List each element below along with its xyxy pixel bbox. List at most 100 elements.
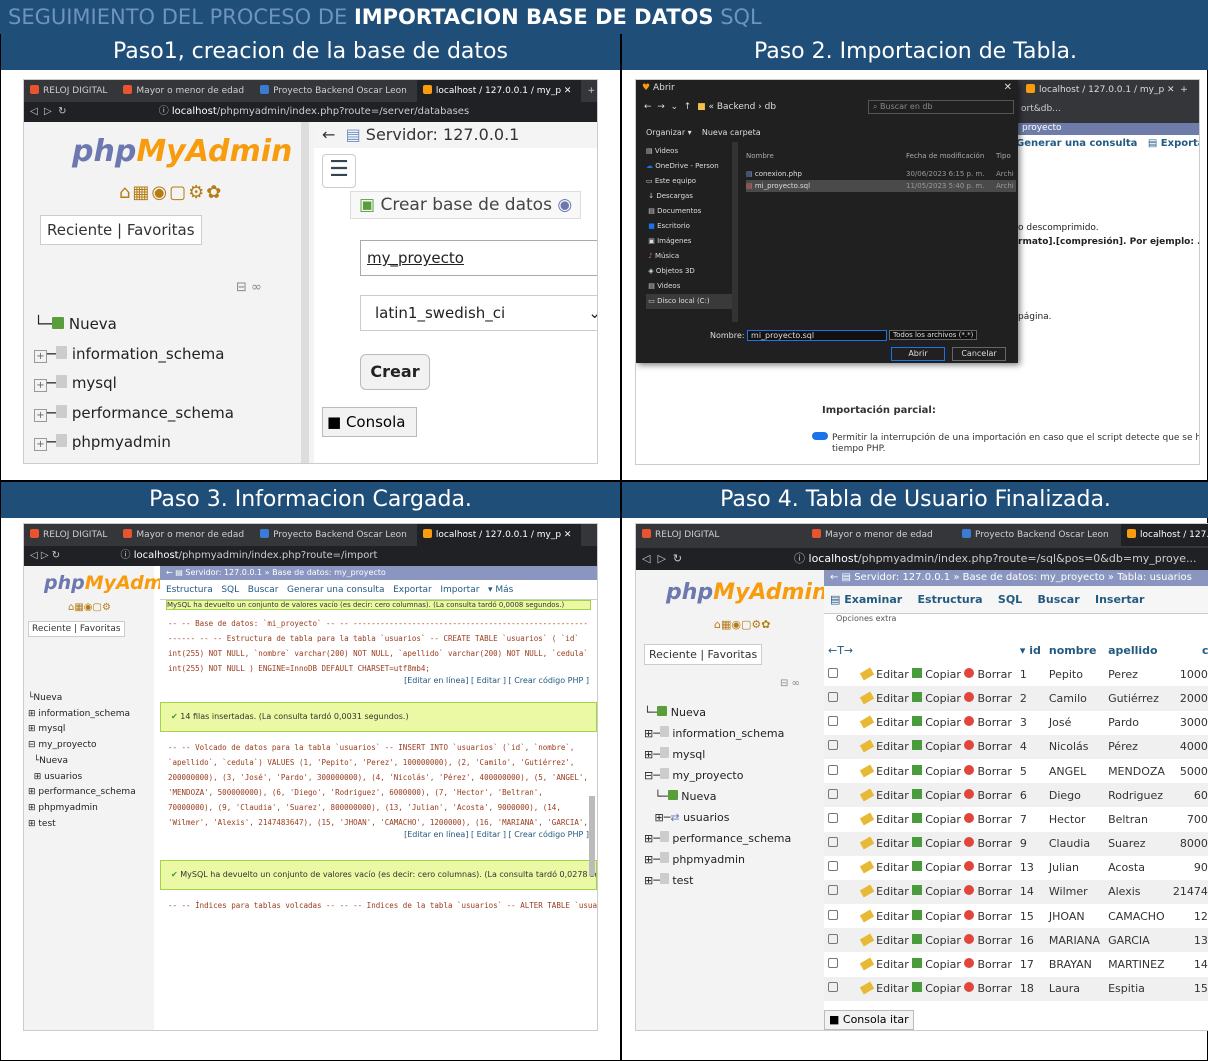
delete-link[interactable]: Borrar: [964, 716, 1012, 729]
row-checkbox[interactable]: [824, 662, 857, 686]
copy-link[interactable]: Copiar: [912, 740, 961, 753]
tree-item[interactable]: ⊞─ performance_schema: [644, 828, 791, 849]
open-button[interactable]: Abrir: [891, 347, 945, 361]
address-bar[interactable]: ◁ ▷ ↻ ⓘ localhost/phpmyadmin/index.php?r…: [636, 548, 1208, 570]
tree-item[interactable]: └─ Nueva: [644, 786, 791, 807]
filename-input[interactable]: mi_proyecto.sql: [747, 330, 888, 341]
tab-mayor[interactable]: Mayor o menor de edad: [117, 80, 254, 102]
back-icon[interactable]: ◁: [30, 106, 38, 117]
delete-link[interactable]: Borrar: [964, 837, 1012, 850]
nav-item[interactable]: ♪ Música: [646, 249, 734, 264]
recent-favorites-tabs[interactable]: Reciente | Favoritas: [40, 215, 202, 245]
col-header-apellido[interactable]: apellido: [1104, 638, 1169, 662]
menu-icon[interactable]: ☰: [322, 154, 356, 188]
db-name-input[interactable]: my_proyecto: [360, 240, 597, 276]
cancel-button[interactable]: Cancelar: [952, 347, 1006, 361]
row-checkbox[interactable]: [824, 807, 857, 831]
nav-scrollbar[interactable]: [732, 142, 738, 322]
row-checkbox[interactable]: [824, 783, 857, 807]
tab-reloj[interactable]: RELOJ DIGITAL: [24, 524, 117, 546]
tree-db[interactable]: +─ test: [34, 458, 234, 464]
copy-link[interactable]: Copiar: [912, 958, 961, 971]
scrollbar-thumb[interactable]: [589, 796, 595, 876]
nav-item[interactable]: ☁ OneDrive - Person: [646, 159, 734, 174]
tab-proyecto[interactable]: Proyecto Backend Oscar Leon: [956, 524, 1121, 546]
edit-link[interactable]: Editar: [859, 885, 909, 898]
delete-link[interactable]: Borrar: [964, 764, 1012, 778]
row-checkbox[interactable]: [824, 928, 857, 952]
row-checkbox[interactable]: [824, 686, 857, 710]
tree-item[interactable]: ⊟─ my_proyecto: [644, 765, 791, 786]
address-bar[interactable]: ◁ ▷ ↻ ⓘ localhost/phpmyadmin/index.php?r…: [24, 102, 597, 122]
dialog-toolbar[interactable]: Organizar ▾ Nueva carpeta: [646, 128, 761, 137]
delete-link[interactable]: Borrar: [964, 982, 1012, 995]
tree-item[interactable]: ⊞ information_schema: [28, 707, 136, 723]
breadcrumb[interactable]: ← ▤ Servidor: 127.0.0.1 » Base de datos:…: [160, 566, 597, 580]
col-header-id[interactable]: ▾ id: [1016, 638, 1045, 662]
copy-link[interactable]: Copiar: [912, 861, 961, 874]
collation-select[interactable]: latin1_swedish_ci⌄: [360, 295, 597, 331]
tab-mayor[interactable]: Mayor o menor de edad: [117, 524, 254, 546]
file-row[interactable]: ▤ conexion.php 30/06/2023 6:15 p. m. Archi: [746, 168, 1016, 180]
collapse-link-icons[interactable]: ⊟ ∞: [780, 678, 800, 689]
tab-reloj[interactable]: RELOJ DIGITAL: [24, 80, 117, 102]
tree-item[interactable]: ⊟ my_proyecto: [28, 738, 136, 754]
tree-item[interactable]: ⊞─⇄ usuarios: [644, 807, 791, 828]
sort-arrows[interactable]: ←T→: [824, 638, 857, 662]
tree-db[interactable]: + ─ mysql: [34, 369, 234, 399]
copy-link[interactable]: Copiar: [912, 764, 961, 778]
copy-link[interactable]: Copiar: [912, 716, 961, 729]
row-checkbox[interactable]: [824, 856, 857, 880]
tab-phpmyadmin[interactable]: localhost / 127.0.0.1 / my_p ✕: [416, 524, 582, 546]
close-icon[interactable]: ✕: [1004, 82, 1012, 93]
nav-scrollbar[interactable]: [301, 122, 309, 463]
delete-link[interactable]: Borrar: [964, 691, 1012, 705]
tree-item[interactable]: ⊞ performance_schema: [28, 785, 136, 801]
tree-item[interactable]: └Nueva: [28, 691, 136, 707]
copy-link[interactable]: Copiar: [912, 691, 961, 705]
tree-item[interactable]: ⊞─ mysql: [644, 744, 791, 765]
tab-reloj[interactable]: RELOJ DIGITAL: [636, 524, 806, 546]
tree-new[interactable]: └─ Nueva: [34, 310, 234, 340]
nav-item[interactable]: ◈ Objetos 3D: [646, 264, 734, 279]
tab-phpmyadmin[interactable]: localhost / 127.0.0.1 / my_p: [1121, 524, 1208, 546]
address-bar[interactable]: ◁ ▷ ↻ ⓘ localhost/phpmyadmin/index.php?r…: [24, 546, 597, 566]
file-type-select[interactable]: Todos los archivos (*.*): [889, 330, 977, 340]
delete-link[interactable]: Borrar: [964, 740, 1012, 753]
db-menu[interactable]: Estructura SQL Buscar Generar una consul…: [160, 580, 597, 600]
nav-item[interactable]: ▭ Este equipo: [646, 174, 734, 189]
search-input[interactable]: ⌕ Buscar en db: [868, 100, 1014, 114]
create-button[interactable]: Crear: [360, 354, 430, 390]
nav-item[interactable]: ▣ Imágenes: [646, 234, 734, 249]
nav-icons[interactable]: ⌂▦◉▢⚙✿: [119, 182, 223, 203]
breadcrumb[interactable]: ← ▤ Servidor: 127.0.0.1 » Base de datos:…: [824, 570, 1208, 586]
tree-item[interactable]: ⊞ usuarios: [28, 770, 136, 786]
row-checkbox[interactable]: [824, 735, 857, 759]
row-checkbox[interactable]: [824, 759, 857, 783]
tree-item[interactable]: ⊞ mysql: [28, 722, 136, 738]
nav-item[interactable]: ▤ Videos: [646, 279, 734, 294]
delete-link[interactable]: Borrar: [964, 885, 1012, 898]
copy-link[interactable]: Copiar: [912, 837, 961, 850]
server-breadcrumb[interactable]: ← ▤ Servidor: 127.0.0.1: [314, 122, 597, 148]
edit-link[interactable]: Editar: [859, 981, 909, 995]
delete-link[interactable]: Borrar: [964, 812, 1012, 826]
col-header-nombre[interactable]: nombre: [1045, 638, 1104, 662]
tree-item[interactable]: └Nueva: [28, 754, 136, 770]
delete-link[interactable]: Borrar: [964, 861, 1012, 874]
nav-icons[interactable]: ⌂▦◉▢⚙✿: [714, 618, 770, 631]
edit-link[interactable]: Editar: [859, 739, 909, 753]
copy-link[interactable]: Copiar: [912, 933, 961, 947]
recent-favorites-tabs[interactable]: Reciente | Favoritas: [644, 644, 763, 665]
tree-item[interactable]: └─ Nueva: [644, 702, 791, 723]
row-checkbox[interactable]: [824, 904, 857, 928]
copy-link[interactable]: Copiar: [912, 788, 961, 802]
table-menu[interactable]: ▤ Examinar Estructura SQL Buscar Inserta…: [824, 586, 1208, 614]
nav-item[interactable]: ↓ Descargas: [646, 189, 734, 204]
file-row-selected[interactable]: ▤ mi_proyecto.sql 11/05/2023 5:40 p. m. Ar…: [746, 180, 1016, 192]
new-tab-button[interactable]: +: [581, 80, 597, 102]
tab-proyecto[interactable]: Proyecto Backend Oscar Leon: [254, 524, 417, 546]
edit-link[interactable]: Editar: [859, 933, 909, 947]
edit-link[interactable]: Editar: [859, 860, 909, 874]
edit-links[interactable]: [Editar en línea] [ Editar ] [ Crear cód…: [160, 676, 597, 690]
